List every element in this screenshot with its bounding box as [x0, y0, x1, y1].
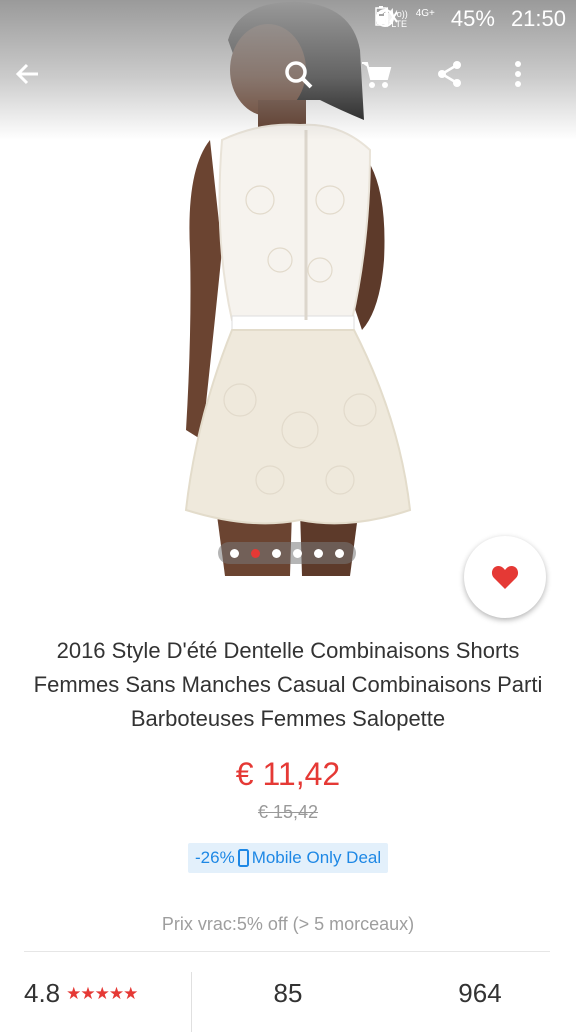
- rating-value: 4.8: [24, 978, 61, 1008]
- cart-icon: [362, 62, 392, 88]
- orders-count[interactable]: 964: [420, 978, 540, 1009]
- clock: 21:50: [510, 6, 566, 31]
- back-button[interactable]: [14, 60, 62, 108]
- battery-percent: 45%: [450, 6, 495, 31]
- gallery-dot[interactable]: [272, 548, 281, 558]
- more-options-button[interactable]: [514, 60, 562, 108]
- gallery-dot[interactable]: [293, 548, 302, 558]
- stats-divider: [191, 972, 192, 1032]
- network-type: 4G+: [415, 8, 435, 19]
- search-icon: [285, 61, 313, 89]
- gallery-pagination: [218, 542, 356, 564]
- share-icon: [438, 61, 461, 87]
- mobile-deal-badge: -26% Mobile Only Deal: [188, 843, 389, 873]
- share-button[interactable]: [436, 60, 484, 108]
- favorite-button[interactable]: [464, 536, 546, 618]
- phone-icon: [237, 849, 249, 867]
- back-arrow-icon: [15, 63, 38, 85]
- search-button[interactable]: [284, 60, 332, 108]
- product-price: € 11,42: [235, 756, 341, 792]
- rating-stars: ★★★★★: [66, 983, 138, 1003]
- original-price: € 15,42: [257, 802, 319, 822]
- top-toolbar: [0, 52, 576, 116]
- bulk-price-info: Prix vrac:5% off (> 5 morceaux): [161, 914, 415, 934]
- gallery-dot[interactable]: [335, 548, 344, 558]
- gallery-dot[interactable]: [251, 548, 260, 558]
- cart-button[interactable]: [360, 60, 408, 108]
- discount-percent: -26%: [195, 848, 235, 867]
- reviews-count[interactable]: 85: [228, 978, 348, 1009]
- product-image-gallery[interactable]: Vo)) LTE 4G+ 45% 21:50: [0, 0, 576, 600]
- gallery-dot[interactable]: [314, 548, 323, 558]
- heart-icon: [491, 566, 519, 589]
- product-title: 2016 Style D'été Dentelle Combinaisons S…: [33, 638, 543, 731]
- deal-label: Mobile Only Deal: [251, 848, 382, 867]
- status-bar: Vo)) LTE 4G+ 45% 21:50: [0, 0, 576, 42]
- gallery-dot[interactable]: [230, 548, 239, 558]
- divider: [24, 951, 550, 952]
- rating-block[interactable]: 4.8 ★★★★★: [24, 978, 138, 1009]
- product-stats: 4.8 ★★★★★ 85 964: [0, 968, 576, 1032]
- more-vert-icon: [515, 61, 521, 87]
